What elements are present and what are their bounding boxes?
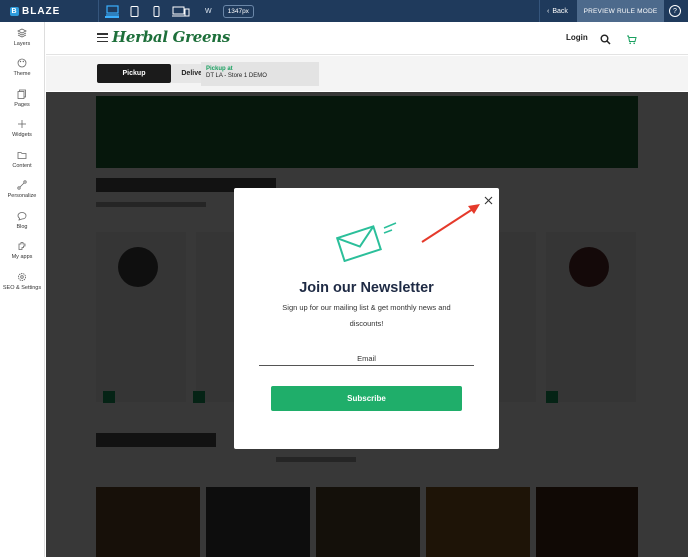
layers-icon xyxy=(17,28,27,38)
mobile-icon[interactable] xyxy=(149,4,163,18)
newsletter-title: Join our Newsletter xyxy=(299,280,434,296)
apps-icon xyxy=(17,241,27,251)
folder-icon xyxy=(17,150,27,160)
pickup-location-selector[interactable]: Pickup at DT LA - Store 1 DEMO xyxy=(201,62,319,86)
sidebar-item-label: Theme xyxy=(13,71,31,78)
hamburger-menu-icon[interactable] xyxy=(97,33,108,42)
cart-icon[interactable] xyxy=(626,32,637,50)
pickup-at-label: Pickup at xyxy=(206,66,233,72)
pages-icon xyxy=(17,89,27,99)
sidebar-item-label: My apps xyxy=(11,254,33,261)
width-input[interactable]: 1347px xyxy=(222,4,254,18)
sidebar-item-layers[interactable]: Layers xyxy=(0,22,44,53)
blaze-logo-mark: B xyxy=(10,6,19,16)
palette-icon xyxy=(17,58,27,68)
login-link[interactable]: Login xyxy=(566,33,588,42)
editor-sidebar: Layers Theme Pages Widgets Content Perso… xyxy=(0,22,45,557)
sidebar-item-personalize[interactable]: Personalize xyxy=(0,175,44,206)
back-label: Back xyxy=(552,7,568,15)
sidebar-item-blog[interactable]: Blog xyxy=(0,205,44,236)
sidebar-item-content[interactable]: Content xyxy=(0,144,44,175)
sidebar-item-label: Widgets xyxy=(12,132,32,139)
sidebar-item-widgets[interactable]: Widgets xyxy=(0,114,44,145)
envelope-icon xyxy=(334,220,400,267)
store-name: DT LA - Store 1 DEMO xyxy=(206,73,267,79)
blaze-logo[interactable]: B BLAZE xyxy=(0,0,98,22)
subscribe-button[interactable]: Subscribe xyxy=(271,386,462,411)
newsletter-description: Sign up for our mailing list & get month… xyxy=(282,303,451,328)
annotation-arrow-icon xyxy=(421,204,480,243)
plus-icon xyxy=(17,119,27,129)
email-field[interactable] xyxy=(259,352,474,366)
sidebar-item-seo-settings[interactable]: SEO & Settings xyxy=(0,266,44,297)
sidebar-item-label: SEO & Settings xyxy=(2,284,42,291)
sidebar-item-label: Blog xyxy=(16,223,28,230)
sidebar-item-my-apps[interactable]: My apps xyxy=(0,236,44,267)
help-icon[interactable]: ? xyxy=(669,5,681,17)
blaze-logo-text: BLAZE xyxy=(22,5,61,17)
sidebar-item-label: Personalize xyxy=(7,193,37,200)
chat-icon xyxy=(17,211,27,221)
chevron-left-icon: ‹ xyxy=(547,7,550,15)
preview-rule-mode-button[interactable]: PREVIEW RULE MODE xyxy=(577,0,664,22)
back-button[interactable]: ‹ Back xyxy=(539,0,577,22)
devices-icon[interactable] xyxy=(171,4,191,18)
device-switcher: W 1347px xyxy=(98,0,254,22)
search-icon[interactable] xyxy=(600,32,611,50)
tab-pickup[interactable]: Pickup xyxy=(97,64,171,83)
sidebar-item-label: Pages xyxy=(14,101,30,108)
site-header: Herbal Greens Login xyxy=(46,22,688,55)
sidebar-item-theme[interactable]: Theme xyxy=(0,53,44,84)
personalize-icon xyxy=(17,180,27,190)
sidebar-item-pages[interactable]: Pages xyxy=(0,83,44,114)
sidebar-item-label: Content xyxy=(12,162,32,169)
gear-icon xyxy=(17,272,27,282)
site-brand-logo[interactable]: Herbal Greens xyxy=(112,28,230,46)
width-label: W xyxy=(205,7,212,15)
desktop-icon[interactable] xyxy=(105,4,119,18)
tablet-icon[interactable] xyxy=(127,4,141,18)
sidebar-item-label: Layers xyxy=(13,40,31,47)
